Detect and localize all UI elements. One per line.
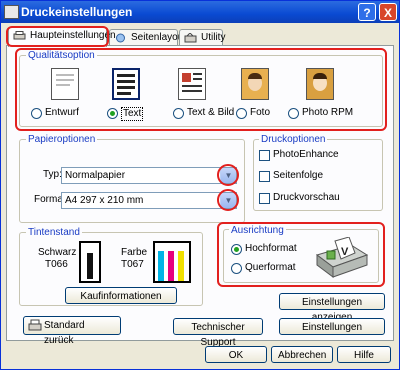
standard-back-button[interactable]: Standard zurück bbox=[23, 316, 121, 346]
draft-doc-icon bbox=[51, 68, 79, 100]
radio-draft[interactable] bbox=[31, 108, 42, 119]
radio-portrait[interactable] bbox=[231, 244, 242, 255]
cancel-button[interactable]: Abbrechen bbox=[271, 346, 333, 363]
print-settings-window: Druckeinstellungen ? X Haupteinstellunge… bbox=[0, 0, 400, 370]
color-ink-cartridge bbox=[153, 241, 191, 283]
close-button[interactable]: X bbox=[379, 3, 397, 21]
help-button[interactable]: Hilfe bbox=[337, 346, 391, 363]
tab-utility[interactable]: Utility bbox=[179, 29, 226, 46]
tab-seitenlayout[interactable]: Seitenlayout bbox=[109, 29, 186, 46]
checkbox-label: Seitenfolge bbox=[273, 170, 324, 181]
tab-label: Seitenlayout bbox=[131, 32, 187, 43]
radio-photo[interactable] bbox=[236, 108, 247, 119]
svg-text:V: V bbox=[341, 246, 349, 258]
highlight-format-arrow bbox=[217, 189, 239, 211]
utility-icon bbox=[184, 33, 197, 43]
black-ink-name: Schwarz bbox=[38, 247, 77, 258]
color-ink-code: T067 bbox=[121, 259, 144, 270]
option-label: Entwurf bbox=[45, 107, 79, 118]
standard-back-label: Standard zurück bbox=[44, 320, 85, 346]
photo-icon bbox=[241, 68, 269, 100]
type-select[interactable]: Normalpapier ▼ bbox=[61, 167, 237, 184]
type-value: Normalpapier bbox=[65, 170, 126, 181]
ok-button[interactable]: OK bbox=[205, 346, 267, 363]
paper-group-label: Papieroptionen bbox=[26, 134, 98, 145]
format-value: A4 297 x 210 mm bbox=[65, 195, 144, 206]
checkbox-photoenhance[interactable] bbox=[259, 150, 270, 161]
portrait-label: Hochformat bbox=[245, 243, 297, 254]
tab-label: Utility bbox=[201, 32, 226, 43]
layout-icon bbox=[116, 33, 125, 43]
checkbox-label: PhotoEnhance bbox=[273, 149, 339, 160]
text-image-doc-icon bbox=[178, 68, 206, 100]
checkbox-seitenfolge[interactable] bbox=[259, 171, 270, 182]
settings-button[interactable]: Einstellungen bbox=[279, 318, 385, 335]
landscape-label: Querformat bbox=[245, 262, 296, 273]
radio-text[interactable] bbox=[107, 108, 118, 119]
type-label: Typ: bbox=[43, 169, 62, 180]
highlight-type-arrow bbox=[217, 164, 239, 186]
highlight-tab bbox=[6, 26, 109, 47]
technical-support-button[interactable]: Technischer Support bbox=[173, 318, 263, 348]
print-options-label: Druckoptionen bbox=[259, 134, 328, 145]
option-label: Foto bbox=[250, 107, 271, 118]
option-label: Text & Bild bbox=[187, 107, 235, 118]
format-select[interactable]: A4 297 x 210 mm ▼ bbox=[61, 192, 237, 209]
photo-rpm-icon bbox=[306, 68, 334, 100]
option-label: Text bbox=[121, 107, 144, 121]
kaufinformationen-button[interactable]: Kaufinformationen bbox=[65, 287, 177, 304]
cyan-ink-level bbox=[158, 251, 164, 281]
black-ink-cartridge bbox=[79, 241, 101, 283]
radio-photo-rpm[interactable] bbox=[288, 108, 299, 119]
ink-group-label: Tintenstand bbox=[26, 227, 82, 238]
reset-printer-icon bbox=[28, 319, 42, 331]
printer-orientation-icon: V bbox=[315, 237, 369, 278]
text-doc-icon bbox=[112, 68, 140, 100]
radio-text-image[interactable] bbox=[173, 108, 184, 119]
help-title-button[interactable]: ? bbox=[358, 3, 376, 21]
black-ink-level bbox=[87, 253, 93, 279]
option-label: Photo RPM bbox=[302, 107, 354, 118]
black-ink-code: T066 bbox=[45, 259, 68, 270]
show-settings-button[interactable]: Einstellungen anzeigen bbox=[279, 293, 385, 323]
window-title: Druckeinstellungen bbox=[21, 5, 133, 19]
yellow-ink-level bbox=[178, 251, 184, 281]
title-bar[interactable]: Druckeinstellungen ? X bbox=[1, 1, 399, 23]
radio-landscape[interactable] bbox=[231, 263, 242, 274]
checkbox-druckvorschau[interactable] bbox=[259, 193, 270, 204]
printer-app-icon bbox=[4, 5, 19, 19]
checkbox-label: Druckvorschau bbox=[273, 192, 340, 203]
magenta-ink-level bbox=[168, 251, 174, 281]
color-ink-name: Farbe bbox=[121, 247, 148, 258]
